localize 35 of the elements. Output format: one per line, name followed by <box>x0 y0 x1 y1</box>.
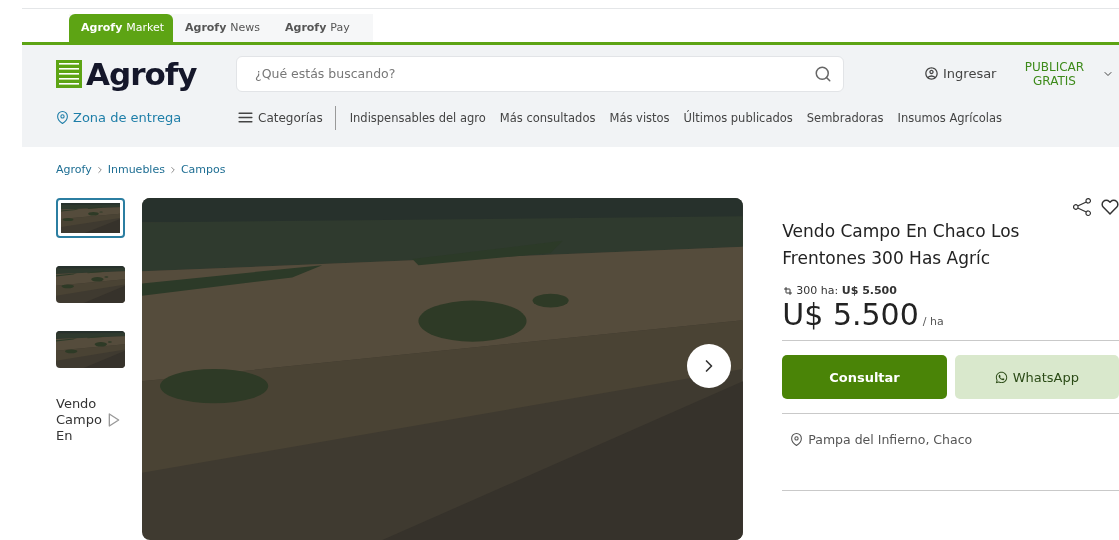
share-icon[interactable] <box>1073 198 1091 216</box>
area-icon <box>782 284 795 297</box>
nav-link[interactable]: Últimos publicados <box>683 110 793 125</box>
nav-link[interactable]: Insumos Agrícolas <box>897 110 1003 125</box>
site-tab[interactable]: Agrofy News <box>173 13 273 42</box>
heart-icon[interactable] <box>1101 198 1119 216</box>
price-unit: / ha <box>922 315 944 328</box>
location-text: Pampa del Infierno, Chaco <box>808 432 973 447</box>
breadcrumb-link[interactable]: Agrofy <box>56 163 92 176</box>
categories-menu[interactable]: Categorías <box>237 105 336 130</box>
price: U$ 5.500 <box>782 297 919 332</box>
user-icon <box>924 66 939 82</box>
search-field[interactable]: ¿Qué estás buscando? <box>236 55 844 92</box>
logo-text: Agrofy <box>86 55 197 92</box>
login-link[interactable]: Ingresar <box>924 66 997 82</box>
location-pin-icon <box>56 111 69 125</box>
breadcrumb-link[interactable]: Inmuebles <box>107 163 165 176</box>
whatsapp-button[interactable]: WhatsApp <box>954 355 1119 399</box>
delivery-zone-link[interactable]: Zona de entrega <box>56 110 237 126</box>
listing-title: Vendo Campo En Chaco Los Frentones 300 Has Agríc <box>782 220 1021 270</box>
publish-link[interactable]: PUBLICAR GRATIS <box>1020 59 1089 88</box>
contact-button[interactable]: Consultar <box>782 355 947 399</box>
image-alt-text: Vendo Campo En <box>56 396 103 444</box>
whatsapp-icon <box>994 370 1008 384</box>
nav-link[interactable]: Sembradoras <box>806 110 884 125</box>
nav-link[interactable]: Más vistos <box>609 110 670 125</box>
logo-icon <box>56 59 82 88</box>
breadcrumb-link[interactable]: Campos <box>180 163 226 176</box>
search-icon[interactable] <box>814 64 832 83</box>
nav-link[interactable]: Indispensables del agro <box>349 110 486 125</box>
site-tab[interactable]: Agrofy Pay <box>273 13 373 42</box>
location-pin-icon <box>790 433 804 446</box>
area-price: 300 ha: U$ 5.500 <box>796 284 897 297</box>
play-icon[interactable] <box>106 412 122 428</box>
nav-link[interactable]: Más consultados <box>499 110 596 125</box>
